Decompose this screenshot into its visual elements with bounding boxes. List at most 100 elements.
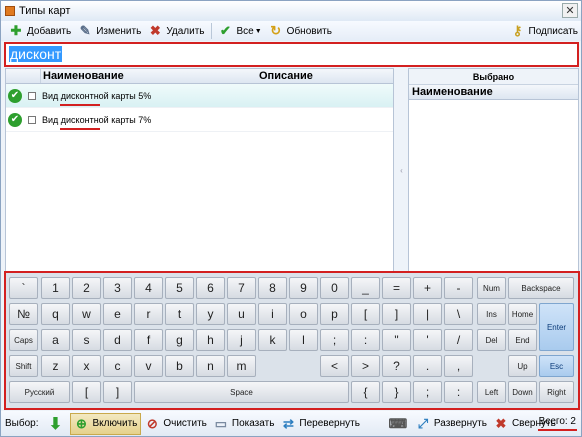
key-slash[interactable]: / [444, 329, 473, 351]
table-row[interactable]: ✔ Вид дисконтной карты 7% [6, 108, 393, 132]
key-3[interactable]: 3 [103, 277, 132, 299]
key-1[interactable]: 1 [41, 277, 70, 299]
key-t[interactable]: t [165, 303, 194, 325]
key-language[interactable]: Русский [9, 381, 70, 403]
flip-button[interactable]: ⇄ Перевернуть [277, 413, 363, 435]
key-home[interactable]: Home [508, 303, 537, 325]
selected-column-header[interactable]: Наименование [409, 85, 578, 100]
row-checkbox[interactable] [28, 91, 36, 100]
show-button[interactable]: ▭ Показать [210, 413, 278, 435]
key-6[interactable]: 6 [196, 277, 225, 299]
close-button[interactable]: ✕ [562, 3, 578, 18]
key-n[interactable]: n [196, 355, 225, 377]
key-numero[interactable]: № [9, 303, 38, 325]
key-brace-left[interactable]: { [351, 381, 380, 403]
key-a[interactable]: a [41, 329, 70, 351]
key-caps[interactable]: Caps [9, 329, 38, 351]
key-equals[interactable]: = [382, 277, 411, 299]
key-close-bracket[interactable]: ] [382, 303, 411, 325]
key-plus[interactable]: + [413, 277, 442, 299]
key-h[interactable]: h [196, 329, 225, 351]
key-apostrophe[interactable]: ' [413, 329, 442, 351]
key-j[interactable]: j [227, 329, 256, 351]
key-u[interactable]: u [227, 303, 256, 325]
key-bracket-left[interactable]: [ [72, 381, 101, 403]
key-e[interactable]: e [103, 303, 132, 325]
key-semicolon-2[interactable]: ; [413, 381, 442, 403]
key-y[interactable]: y [196, 303, 225, 325]
key-f[interactable]: f [134, 329, 163, 351]
add-button[interactable]: ✚ Добавить [5, 22, 74, 40]
clear-button[interactable]: ⊘ Очистить [141, 413, 210, 435]
key-8[interactable]: 8 [258, 277, 287, 299]
refresh-button[interactable]: ↻ Обновить [265, 22, 335, 40]
key-ins[interactable]: Ins [477, 303, 506, 325]
key-g[interactable]: g [165, 329, 194, 351]
key-double-quote[interactable]: " [382, 329, 411, 351]
key-semicolon[interactable]: ; [320, 329, 349, 351]
key-period[interactable]: . [413, 355, 442, 377]
key-backslash[interactable]: \ [444, 303, 473, 325]
key-m[interactable]: m [227, 355, 256, 377]
all-dropdown[interactable]: ✔ Все ▼ [215, 22, 265, 40]
table-row[interactable]: ✔ Вид дисконтной карты 5% [6, 84, 393, 108]
key-p[interactable]: p [320, 303, 349, 325]
key-left[interactable]: Left [477, 381, 506, 403]
key-question[interactable]: ? [382, 355, 411, 377]
key-end[interactable]: End [508, 329, 537, 351]
key-underscore[interactable]: _ [351, 277, 380, 299]
key-space[interactable]: Space [134, 381, 349, 403]
key-enter[interactable]: Enter [539, 303, 574, 351]
key-q[interactable]: q [41, 303, 70, 325]
key-0[interactable]: 0 [320, 277, 349, 299]
key-up[interactable]: Up [508, 355, 537, 377]
key-w[interactable]: w [72, 303, 101, 325]
key-greater-than[interactable]: > [351, 355, 380, 377]
key-bracket-right[interactable]: ] [103, 381, 132, 403]
search-input[interactable]: дисконт [4, 42, 579, 67]
expand-button[interactable]: ⤢ Развернуть [412, 413, 490, 435]
key-backtick[interactable]: ` [9, 277, 38, 299]
key-colon-2[interactable]: : [444, 381, 473, 403]
key-comma[interactable]: , [444, 355, 473, 377]
key-i[interactable]: i [258, 303, 287, 325]
key-o[interactable]: o [289, 303, 318, 325]
key-k[interactable]: k [258, 329, 287, 351]
row-checkbox[interactable] [28, 115, 36, 124]
key-v[interactable]: v [134, 355, 163, 377]
key-minus[interactable]: - [444, 277, 473, 299]
keyboard-toggle-button[interactable]: ⌨ [387, 413, 412, 435]
select-all-button[interactable]: ⬇ [45, 413, 70, 435]
key-l[interactable]: l [289, 329, 318, 351]
key-backspace[interactable]: Backspace [508, 277, 574, 299]
sign-button[interactable]: ⚷ Подписать [507, 22, 582, 40]
column-description-header[interactable]: Описание [259, 70, 393, 82]
edit-button[interactable]: ✎ Изменить [74, 22, 144, 40]
key-num[interactable]: Num [477, 277, 506, 299]
delete-button[interactable]: ✖ Удалить [144, 22, 207, 40]
key-d[interactable]: d [103, 329, 132, 351]
key-b[interactable]: b [165, 355, 194, 377]
key-9[interactable]: 9 [289, 277, 318, 299]
include-button[interactable]: ⊕ Включить [69, 412, 142, 435]
key-c[interactable]: c [103, 355, 132, 377]
key-7[interactable]: 7 [227, 277, 256, 299]
key-x[interactable]: x [72, 355, 101, 377]
key-right[interactable]: Right [539, 381, 574, 403]
key-less-than[interactable]: < [320, 355, 349, 377]
key-down[interactable]: Down [508, 381, 537, 403]
key-5[interactable]: 5 [165, 277, 194, 299]
key-esc[interactable]: Esc [539, 355, 574, 377]
key-brace-right[interactable]: } [382, 381, 411, 403]
key-pipe[interactable]: | [413, 303, 442, 325]
key-4[interactable]: 4 [134, 277, 163, 299]
key-s[interactable]: s [72, 329, 101, 351]
key-open-bracket[interactable]: [ [351, 303, 380, 325]
key-colon[interactable]: : [351, 329, 380, 351]
key-shift[interactable]: Shift [9, 355, 38, 377]
key-r[interactable]: r [134, 303, 163, 325]
key-2[interactable]: 2 [72, 277, 101, 299]
key-z[interactable]: z [41, 355, 70, 377]
panel-splitter[interactable]: ‹ [396, 68, 407, 272]
key-del[interactable]: Del [477, 329, 506, 351]
